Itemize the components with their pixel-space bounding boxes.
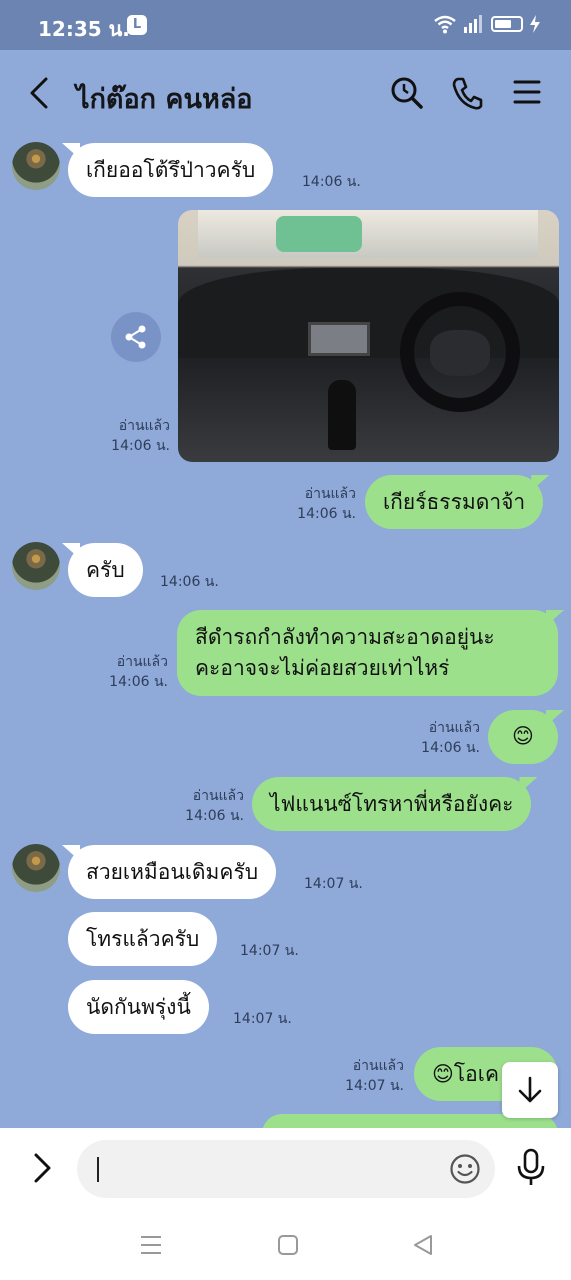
message-input-bar [0, 1128, 571, 1210]
message-bubble-outgoing[interactable]: เกียร์ธรรมดาจ้า [365, 475, 544, 529]
signal-icon [464, 15, 482, 33]
read-receipt: อ่านแล้ว [192, 788, 244, 804]
read-receipt: อ่านแล้ว [118, 418, 170, 434]
battery-icon [491, 16, 523, 32]
message-time: 14:07 น. [233, 1011, 292, 1027]
charging-icon [530, 15, 540, 33]
message-bubble-incoming[interactable]: เกียออโต้รึป่าวครับ [68, 143, 274, 197]
read-receipt: อ่านแล้ว [116, 654, 168, 670]
contact-avatar[interactable] [12, 142, 60, 190]
message-bubble-incoming[interactable]: โทรแล้วครับ [68, 912, 218, 966]
phone-icon[interactable] [451, 76, 483, 110]
read-receipt: อ่านแล้ว [304, 486, 356, 502]
menu-icon[interactable] [513, 76, 541, 108]
message-time: 14:06 น. [185, 808, 244, 824]
contact-avatar[interactable] [12, 844, 60, 892]
message-time: 14:06 น. [421, 740, 480, 756]
message-time: 14:07 น. [304, 876, 363, 892]
photo-message-car-interior[interactable] [178, 210, 559, 462]
message-bubble-outgoing[interactable]: 😊 [488, 710, 558, 764]
status-bar: 12:35 น. L [0, 0, 571, 50]
system-icons [433, 14, 541, 34]
message-time: 14:07 น. [240, 943, 299, 959]
recent-apps-icon[interactable] [140, 1234, 162, 1256]
message-time: 14:06 น. [160, 574, 219, 590]
home-icon[interactable] [277, 1234, 299, 1256]
line-notification-icon: L [127, 15, 147, 35]
share-icon [125, 325, 146, 349]
chevron-right-icon[interactable] [30, 1150, 56, 1186]
arrow-down-icon [518, 1076, 542, 1103]
scroll-to-bottom-button[interactable] [502, 1062, 558, 1118]
back-icon[interactable] [412, 1234, 434, 1256]
microphone-icon[interactable] [516, 1148, 546, 1188]
text-cursor [97, 1157, 99, 1182]
wifi-icon [434, 15, 456, 34]
chat-header: ไก่ต๊อก คนหล่อ [0, 50, 571, 138]
search-icon[interactable] [390, 76, 424, 110]
message-bubble-incoming[interactable]: สวยเหมือนเดิมครับ [68, 845, 277, 899]
message-input-field[interactable] [77, 1140, 495, 1198]
message-bubble-incoming[interactable]: นัดกันพรุ่งนี้ [68, 980, 209, 1034]
message-input[interactable] [101, 1140, 441, 1198]
message-bubble-outgoing[interactable]: ไฟแนนซ์โทรหาพี่หรือยังคะ [252, 777, 532, 831]
message-time: 14:06 น. [111, 438, 170, 454]
read-receipt: อ่านแล้ว [352, 1058, 404, 1074]
contact-name[interactable]: ไก่ต๊อก คนหล่อ [76, 77, 253, 120]
share-button[interactable] [111, 312, 161, 362]
contact-avatar[interactable] [12, 542, 60, 590]
message-bubble-incoming[interactable]: ครับ [68, 543, 143, 597]
message-line: คะอาจจะไม่ค่อยสวยเท่าไหร่ [195, 656, 450, 680]
message-time: 14:06 น. [297, 506, 356, 522]
message-time: 14:07 น. [345, 1078, 404, 1094]
back-arrow-icon[interactable] [26, 76, 56, 110]
chat-area[interactable]: เกียออโต้รึป่าวครับ 14:06 น. อ่านแล้ว 14… [0, 138, 571, 1128]
emoji-icon[interactable] [449, 1153, 481, 1185]
message-bubble-outgoing[interactable]: สีดำรถกำลังทำความสะอาดอยู่นะ คะอาจจะไม่ค… [177, 610, 558, 696]
system-navigation-bar [0, 1210, 571, 1280]
message-line: สีดำรถกำลังทำความสะอาดอยู่นะ [195, 625, 495, 649]
read-receipt: อ่านแล้ว [428, 720, 480, 736]
message-time: 14:06 น. [302, 174, 361, 190]
status-time: 12:35 น. [38, 17, 130, 41]
message-time: 14:06 น. [109, 674, 168, 690]
